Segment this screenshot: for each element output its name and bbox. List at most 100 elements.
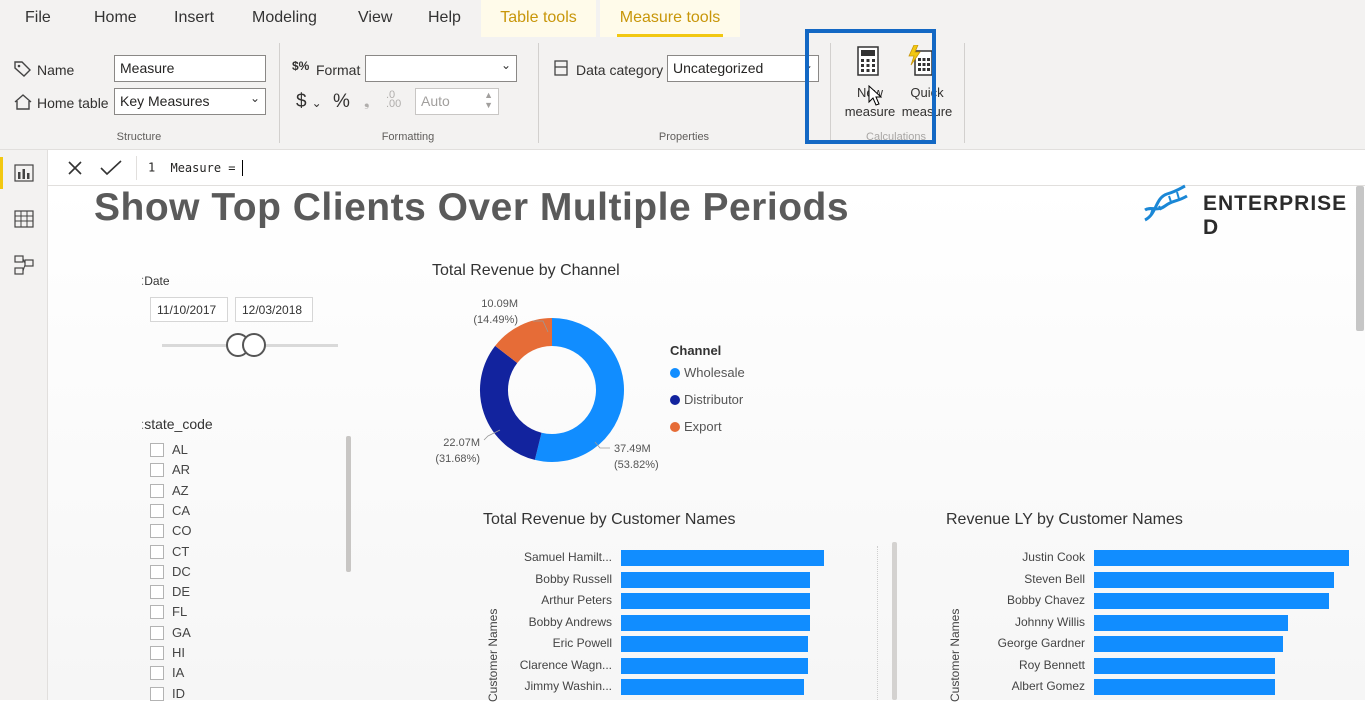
page-title: Show Top Clients Over Multiple Periods (94, 186, 850, 229)
export-value: 10.09M (481, 298, 518, 310)
state-checkbox[interactable] (150, 463, 164, 478)
chevron-down-icon: ⌄ (249, 91, 260, 105)
donut-slice-distributor[interactable] (480, 345, 543, 460)
wholesale-value: 37.49M (614, 443, 651, 455)
data-view-icon[interactable] (12, 207, 36, 231)
bar-chart-2-axis-label: Customer Names (948, 608, 962, 702)
state-checkbox[interactable] (150, 503, 164, 518)
state-label: DE (172, 584, 191, 600)
bar[interactable] (1094, 593, 1329, 609)
group-label-properties: Properties (658, 131, 710, 143)
state-slicer-label: state_code (144, 416, 213, 432)
comma-icon: ❟ (364, 93, 370, 109)
bar-category-label: Bobby Chavez (1006, 593, 1085, 607)
canvas-scrollbar[interactable] (892, 542, 897, 700)
decimal-places-value: Auto (421, 93, 450, 109)
legend-dot-icon (670, 394, 680, 405)
date-end-field[interactable]: 12/03/2018 (235, 297, 313, 322)
bar[interactable] (1094, 657, 1276, 674)
model-view-icon[interactable] (12, 253, 36, 277)
cancel-formula-icon[interactable] (68, 161, 82, 175)
bar[interactable] (621, 593, 810, 609)
donut-slice-export[interactable] (495, 318, 553, 364)
format-dropdown[interactable]: ⌄ (365, 55, 517, 82)
donut-chart (480, 318, 624, 462)
currency-button[interactable]: $ ⌄ (296, 91, 322, 113)
state-checkbox[interactable] (150, 483, 164, 498)
donut-slice-wholesale[interactable] (534, 318, 624, 462)
tab-table-tools[interactable]: Table tools (481, 0, 596, 37)
spinner-icon: ▲ ▼ (484, 90, 493, 110)
name-field[interactable]: Measure (114, 55, 266, 82)
data-category-dropdown[interactable]: Uncategorized ⌄ (667, 55, 819, 82)
state-checkbox[interactable] (150, 585, 164, 600)
state-checkbox[interactable] (150, 564, 164, 579)
home-table-dropdown[interactable]: Key Measures ⌄ (114, 88, 266, 115)
legend-dot-icon (670, 421, 680, 432)
menu-home[interactable]: Home (94, 9, 137, 27)
bar-chart-2-title: Revenue LY by Customer Names (946, 511, 1183, 528)
bar-category-label: Samuel Hamilt... (523, 550, 612, 564)
state-checkbox[interactable] (150, 646, 164, 660)
bar[interactable] (621, 679, 804, 695)
home-table-value: Key Measures (120, 93, 210, 109)
bar[interactable] (1094, 614, 1288, 631)
state-checkbox[interactable] (150, 625, 164, 640)
wholesale-data-label: 37.49M (53.82%) (614, 441, 659, 473)
date-slicer-title: ⁚Date (141, 274, 170, 288)
decimal-places-icon: .0.00 (386, 89, 402, 110)
state-list-scrollbar[interactable] (346, 436, 351, 572)
commit-formula-icon[interactable] (100, 160, 122, 176)
legend-label: Wholesale (684, 365, 745, 380)
state-label: FL (172, 604, 188, 620)
data-category-icon (554, 60, 568, 76)
bar[interactable] (621, 614, 810, 631)
bar-category-label: Bobby Andrews (528, 614, 612, 629)
legend-dot-icon (670, 367, 680, 378)
bar-category-label: Eric Powell (552, 636, 612, 650)
state-checkbox[interactable] (150, 544, 164, 559)
bar-chart-1-axis-label: Customer Names (486, 608, 500, 702)
legend-label: Export (684, 419, 722, 434)
menu-insert[interactable]: Insert (174, 9, 214, 27)
page-scrollbar[interactable] (1356, 186, 1364, 331)
new-measure-highlight-box (805, 29, 936, 144)
state-checkbox[interactable] (150, 666, 164, 681)
state-checkbox[interactable] (150, 605, 164, 620)
ribbon-separator (964, 43, 965, 143)
bar-category-label: Steven Bell (1024, 571, 1085, 586)
bar[interactable] (1094, 636, 1283, 652)
legend-item-export[interactable]: Export (670, 419, 722, 434)
bar[interactable] (621, 657, 808, 674)
state-checkbox[interactable] (150, 686, 164, 701)
state-label: GA (172, 624, 191, 640)
legend-item-distributor[interactable]: Distributor (670, 392, 743, 407)
bar[interactable] (621, 571, 810, 588)
report-view-icon[interactable] (12, 161, 36, 185)
brand-name: ENTERPRISE D (1203, 192, 1348, 239)
date-end-handle[interactable] (242, 333, 266, 357)
percent-button[interactable]: % (333, 91, 350, 113)
state-label: ID (172, 685, 185, 701)
bar[interactable] (1094, 571, 1334, 588)
bar[interactable] (621, 550, 824, 566)
legend-item-wholesale[interactable]: Wholesale (670, 365, 745, 380)
state-label: AR (172, 462, 191, 478)
menu-file[interactable]: File (25, 9, 51, 27)
menu-view[interactable]: View (358, 9, 392, 27)
state-checkbox[interactable] (150, 443, 164, 457)
formula-editor[interactable]: 1 Measure = (148, 160, 243, 176)
date-start-field[interactable]: 11/10/2017 (150, 297, 228, 322)
bar[interactable] (621, 636, 808, 652)
bar[interactable] (1094, 550, 1349, 566)
export-percent: (14.49%) (473, 314, 518, 326)
menu-help[interactable]: Help (428, 9, 461, 27)
text-caret (241, 160, 243, 176)
formula-separator (136, 156, 137, 180)
tab-measure-tools[interactable]: Measure tools (600, 0, 740, 37)
state-checkbox[interactable] (150, 524, 164, 539)
state-label: CO (172, 523, 192, 539)
bar[interactable] (1094, 679, 1276, 695)
menu-bar: File Home Insert Modeling View Help Tabl… (0, 0, 1365, 37)
menu-modeling[interactable]: Modeling (252, 9, 317, 27)
